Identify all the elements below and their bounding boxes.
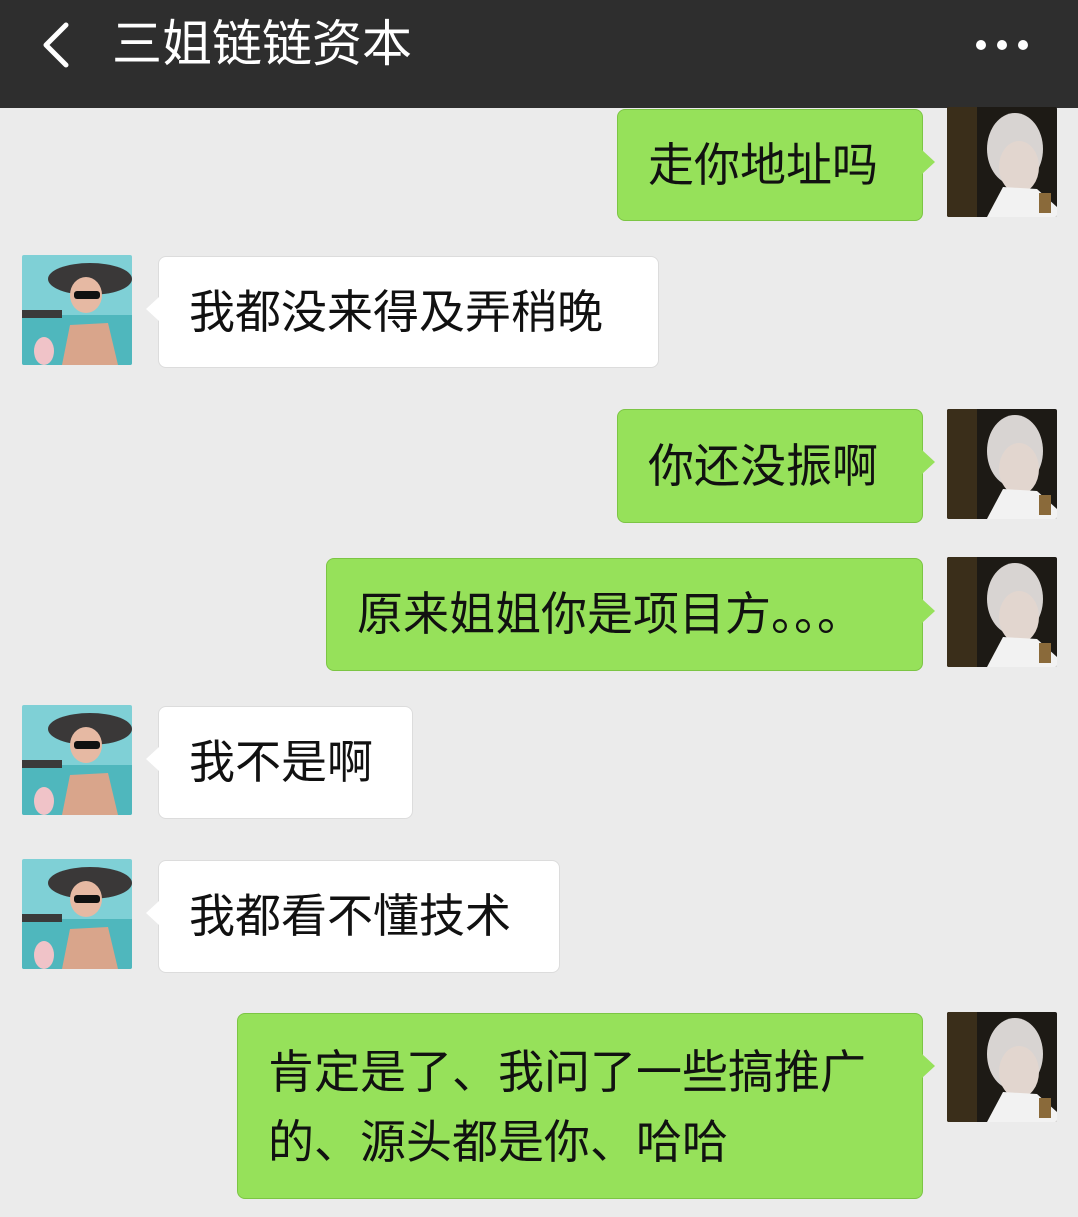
chevron-left-icon — [43, 22, 69, 68]
message-bubble-received[interactable]: 我都看不懂技术 — [146, 860, 560, 973]
contact-avatar[interactable] — [22, 859, 132, 969]
my-avatar[interactable] — [947, 409, 1057, 519]
chat-title: 三姐链链资本 — [112, 15, 412, 73]
message-bubble-sent[interactable]: 走你地址吗 — [617, 109, 935, 221]
my-avatar[interactable] — [947, 557, 1057, 667]
my-avatar[interactable] — [947, 107, 1057, 217]
back-button[interactable] — [38, 22, 78, 68]
more-dots-icon — [976, 40, 986, 50]
chat-header: 三姐链链资本 — [0, 0, 1078, 108]
contact-avatar[interactable] — [22, 705, 132, 815]
contact-avatar[interactable] — [22, 255, 132, 365]
more-options-button[interactable] — [976, 38, 1028, 52]
message-bubble-sent[interactable]: 肯定是了、我问了一些搞推广的、源头都是你、哈哈 — [237, 1013, 935, 1199]
message-bubble-received[interactable]: 我不是啊 — [146, 706, 413, 819]
my-avatar[interactable] — [947, 1012, 1057, 1122]
message-bubble-sent[interactable]: 原来姐姐你是项目方。。。 — [326, 558, 935, 671]
message-bubble-received[interactable]: 我都没来得及弄稍晚 — [146, 256, 659, 368]
message-bubble-sent[interactable]: 你还没振啊 — [617, 409, 935, 523]
